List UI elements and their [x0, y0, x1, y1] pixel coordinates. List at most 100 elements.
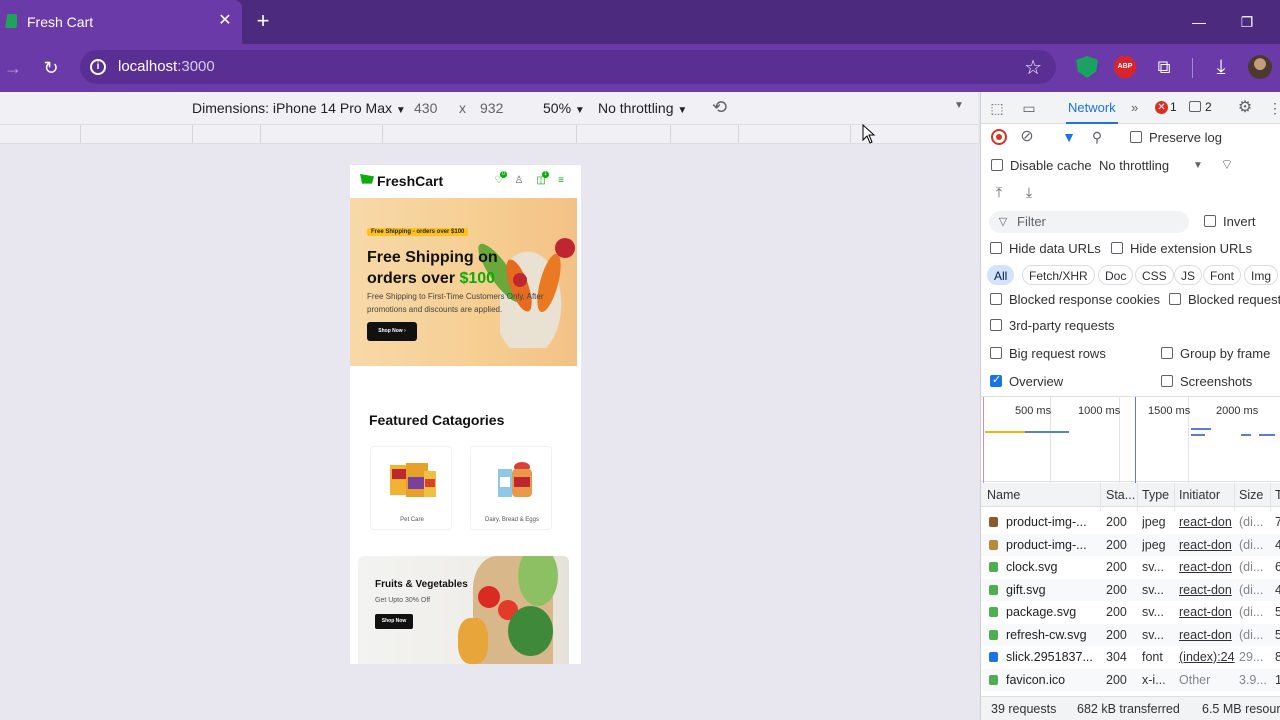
more-options-chevron-icon[interactable]: ▼ — [954, 100, 964, 111]
dimensions-dropdown[interactable]: Dimensions: iPhone 14 Pro Max ▼ — [192, 100, 406, 116]
clear-icon[interactable]: ⊘ — [1019, 129, 1035, 145]
request-time: 5 — [1275, 628, 1280, 642]
more-tabs-icon[interactable]: » — [1131, 100, 1138, 115]
extensions-puzzle-icon[interactable]: ⧉ — [1153, 56, 1175, 78]
network-overview-timeline[interactable]: 500 ms 1000 ms 1500 ms 2000 ms — [981, 396, 1280, 483]
tab-title: Fresh Cart — [27, 14, 94, 30]
group-by-frame-checkbox[interactable] — [1161, 347, 1173, 359]
type-js[interactable]: JS — [1174, 265, 1203, 285]
import-har-icon[interactable]: ⤒ — [991, 184, 1007, 200]
browser-tab[interactable]: Fresh Cart ✕ — [0, 0, 242, 44]
disable-cache-checkbox[interactable] — [991, 159, 1003, 171]
close-icon[interactable]: ✕ — [216, 11, 234, 31]
request-name: package.svg — [1006, 605, 1077, 619]
device-toggle-icon[interactable]: ▭ — [1021, 100, 1037, 116]
network-conditions-icon[interactable]: ⌔ — [1219, 156, 1235, 172]
type-fetch-xhr[interactable]: Fetch/XHR — [1022, 265, 1095, 285]
rotate-icon[interactable]: ⟲ — [712, 97, 727, 118]
request-row[interactable]: slick.2951837... 304 font (index):2429... 8 — [981, 646, 1280, 669]
tab-network[interactable]: Network — [1066, 100, 1118, 124]
request-initiator[interactable]: react-don — [1179, 538, 1237, 552]
request-row[interactable]: product-img-... 200 jpeg react-don(di... 4 — [981, 533, 1280, 556]
col-type[interactable]: Type — [1142, 488, 1169, 502]
url-text[interactable]: localhost:3000 — [118, 58, 215, 75]
preserve-log-checkbox[interactable] — [1130, 131, 1142, 143]
screenshots-checkbox[interactable] — [1161, 375, 1173, 387]
menu-icon[interactable]: ≡ — [555, 175, 567, 187]
promo-shop-now-button[interactable]: Shop Now — [375, 614, 413, 629]
tomato-image — [478, 586, 500, 608]
cart-badge: 1 — [542, 171, 549, 178]
address-bar[interactable]: i localhost:3000 ☆ — [80, 50, 1056, 84]
invert-checkbox[interactable] — [1204, 215, 1216, 227]
site-logo[interactable]: FreshCart — [377, 173, 443, 189]
width-input[interactable]: 430 — [414, 100, 437, 116]
hide-extension-urls-checkbox[interactable] — [1111, 242, 1123, 254]
download-icon[interactable]: ⤓ — [1210, 56, 1232, 78]
request-row[interactable]: refresh-cw.svg 200 sv... react-don(di... 5 — [981, 623, 1280, 646]
settings-gear-icon[interactable]: ⚙ — [1237, 100, 1253, 116]
category-card-pet-care[interactable]: Pet Care — [370, 446, 452, 530]
request-row[interactable]: product-img-... 200 jpeg react-don(di... 7 — [981, 511, 1280, 534]
request-row[interactable]: clock.svg 200 sv... react-don(di... 6 — [981, 556, 1280, 579]
network-throttling-select[interactable]: No throttling — [1099, 158, 1169, 173]
search-icon[interactable]: ⚲ — [1089, 129, 1105, 145]
big-rows-checkbox[interactable] — [990, 347, 1002, 359]
profile-avatar[interactable] — [1248, 55, 1272, 79]
request-initiator[interactable]: react-don — [1179, 583, 1237, 597]
request-initiator[interactable]: react-don — [1179, 628, 1237, 642]
filter-input[interactable]: ▽ Filter — [989, 211, 1189, 233]
info-icon[interactable]: i — [90, 59, 106, 75]
request-row[interactable]: package.svg 200 sv... react-don(di... 5 — [981, 601, 1280, 624]
throttling-dropdown[interactable]: No throttling ▼ — [598, 100, 687, 116]
col-name[interactable]: Name — [987, 488, 1020, 502]
type-all[interactable]: All — [987, 265, 1015, 285]
export-har-icon[interactable]: ⤓ — [1021, 184, 1037, 200]
zoom-dropdown[interactable]: 50% ▼ — [543, 100, 585, 116]
col-time[interactable]: T — [1275, 488, 1280, 502]
blocked-requests-checkbox[interactable] — [1169, 293, 1181, 305]
request-row[interactable]: favicon.ico 200 x-i... Other 3.9... 1 — [981, 668, 1280, 691]
category-card-dairy[interactable]: Dairy, Bread & Eggs — [470, 446, 552, 530]
shop-now-button[interactable]: Shop Now › — [367, 322, 417, 341]
third-party-checkbox[interactable] — [990, 319, 1002, 331]
type-img[interactable]: Img — [1244, 265, 1279, 285]
restore-icon[interactable]: ❐ — [1237, 12, 1257, 32]
more-vert-icon[interactable]: ⋮ — [1267, 100, 1280, 116]
error-icon[interactable]: ✕ — [1155, 101, 1168, 114]
hide-data-urls-checkbox[interactable] — [990, 242, 1002, 254]
height-input[interactable]: 932 — [480, 100, 503, 116]
request-name: product-img-... — [1006, 537, 1087, 552]
filter-funnel-icon[interactable]: ▼ — [1061, 129, 1077, 145]
blocked-cookies-label: Blocked response cookies — [1009, 292, 1161, 307]
minimize-icon[interactable]: — — [1189, 12, 1209, 32]
type-font[interactable]: Font — [1203, 265, 1242, 285]
bookmark-star-icon[interactable]: ☆ — [1024, 55, 1042, 80]
inspect-element-icon[interactable]: ⬚ — [989, 100, 1005, 116]
chevron-down-icon[interactable]: ▼ — [1190, 158, 1206, 174]
request-initiator[interactable]: react-don — [1179, 560, 1237, 574]
reload-icon[interactable]: ↻ — [40, 57, 62, 79]
shield-extension-icon[interactable] — [1076, 56, 1098, 78]
request-type: jpeg — [1142, 515, 1166, 529]
request-initiator[interactable]: react-don — [1179, 605, 1237, 619]
overview-checkbox[interactable] — [990, 373, 1002, 387]
type-doc[interactable]: Doc — [1098, 265, 1134, 285]
blocked-cookies-checkbox[interactable] — [990, 293, 1002, 305]
message-icon[interactable] — [1189, 101, 1201, 112]
forward-icon[interactable]: → — [2, 57, 24, 79]
request-initiator[interactable]: react-don — [1179, 515, 1237, 529]
col-size[interactable]: Size — [1239, 488, 1263, 502]
carousel-dots[interactable] — [457, 357, 471, 366]
adblock-icon[interactable]: ABP — [1114, 56, 1136, 78]
col-status[interactable]: Sta... — [1106, 488, 1135, 502]
request-initiator[interactable]: (index):24 — [1179, 650, 1237, 664]
user-icon[interactable]: ♙ — [513, 175, 525, 187]
type-css[interactable]: CSS — [1135, 265, 1174, 285]
new-tab-icon[interactable]: + — [252, 10, 274, 32]
record-icon[interactable] — [991, 129, 1007, 145]
request-status: 200 — [1106, 672, 1127, 687]
request-row[interactable]: gift.svg 200 sv... react-don(di... 4 — [981, 578, 1280, 601]
col-initiator[interactable]: Initiator — [1179, 488, 1220, 502]
request-status: 200 — [1106, 515, 1127, 529]
